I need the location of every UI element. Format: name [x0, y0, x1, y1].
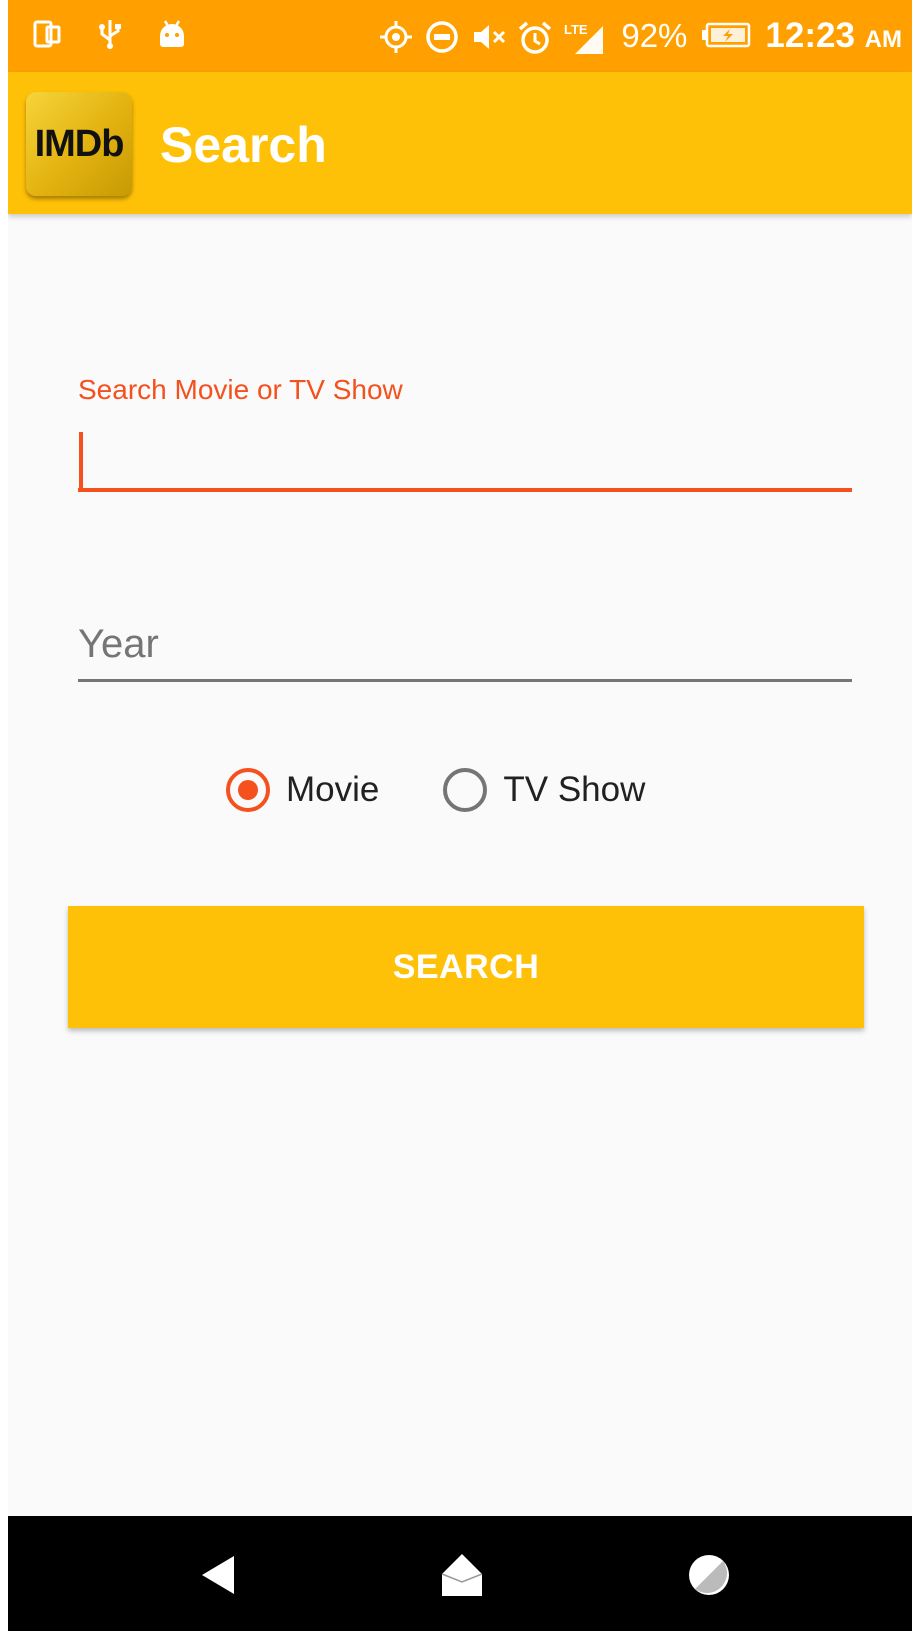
imdb-logo: IMDb: [26, 92, 132, 196]
status-time: 12:23 AM: [765, 16, 902, 55]
radio-movie[interactable]: Movie: [226, 768, 379, 812]
radio-tv-show[interactable]: TV Show: [443, 768, 645, 812]
radio-unchecked-icon[interactable]: [443, 768, 488, 812]
text-cursor: [79, 432, 83, 490]
location-icon: [379, 20, 413, 53]
imdb-logo-text: IMDb: [34, 122, 125, 165]
status-right-icons: LTE 92% 12:23 AM: [379, 12, 902, 60]
screen: LTE 92% 12:23 AM IMDb Search Search Movi…: [8, 0, 912, 1631]
mute-icon: [471, 20, 506, 52]
app-bar: IMDb Search: [8, 72, 912, 214]
back-icon[interactable]: [198, 1554, 238, 1601]
usb-icon: [94, 18, 126, 50]
page-title: Search: [160, 117, 327, 173]
radio-tv-show-label[interactable]: TV Show: [503, 770, 645, 810]
year-input[interactable]: [78, 610, 852, 682]
search-button[interactable]: SEARCH: [68, 906, 864, 1028]
screen-mirror-icon: [32, 18, 64, 50]
android-icon: [156, 18, 188, 50]
title-field-label: Search Movie or TV Show: [78, 374, 403, 405]
navigation-bar: [8, 1516, 912, 1631]
status-left-icons: [32, 18, 188, 50]
recents-icon[interactable]: [688, 1554, 730, 1601]
alarm-icon: [517, 20, 552, 54]
radio-checked-icon[interactable]: [226, 768, 270, 812]
status-bar: LTE 92% 12:23 AM: [8, 0, 912, 72]
svg-text:LTE: LTE: [564, 22, 588, 37]
lte-signal-icon: LTE: [563, 20, 607, 54]
radio-movie-label[interactable]: Movie: [286, 770, 379, 810]
title-search-input[interactable]: [78, 420, 852, 492]
do-not-disturb-icon: [425, 20, 459, 53]
home-icon[interactable]: [440, 1552, 484, 1603]
battery-charging-icon: [701, 20, 751, 52]
battery-percent: 92%: [621, 17, 688, 54]
type-radio-group: Movie TV Show: [226, 762, 645, 818]
